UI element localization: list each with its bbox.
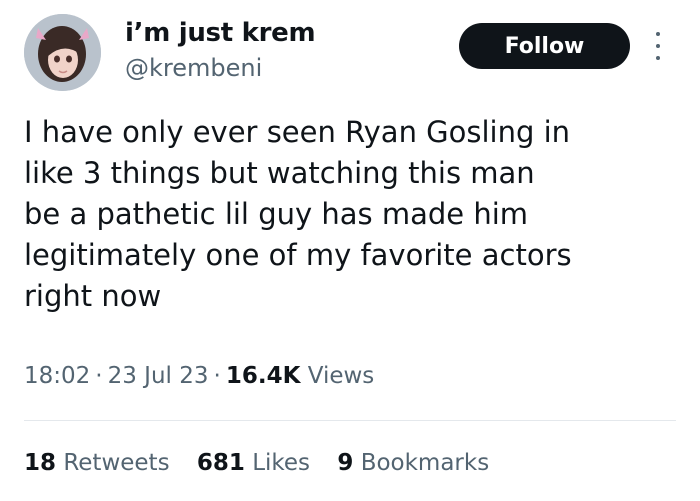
retweets-label: Retweets bbox=[63, 450, 170, 476]
avatar[interactable] bbox=[24, 14, 101, 91]
tweet-line: legitimately one of my favorite actors bbox=[24, 238, 572, 272]
bookmarks-stat[interactable]: 9 Bookmarks bbox=[337, 450, 489, 476]
tweet-line: be a pathetic lil guy has made him bbox=[24, 197, 529, 231]
likes-label: Likes bbox=[252, 450, 311, 476]
retweets-stat[interactable]: 18 Retweets bbox=[24, 450, 170, 476]
more-vertical-icon[interactable] bbox=[648, 28, 668, 64]
follow-button[interactable]: Follow bbox=[459, 23, 630, 69]
retweets-count: 18 bbox=[24, 450, 57, 476]
views-count: 16.4K bbox=[225, 363, 301, 389]
likes-count: 681 bbox=[196, 450, 245, 476]
meta-separator: · bbox=[95, 363, 103, 389]
more-dot bbox=[656, 56, 660, 60]
tweet-text: I have only ever seen Ryan Gosling in li… bbox=[24, 112, 664, 317]
divider bbox=[24, 420, 676, 421]
likes-stat[interactable]: 681 Likes bbox=[197, 450, 310, 476]
avatar-image bbox=[24, 14, 101, 91]
bookmarks-label: Bookmarks bbox=[360, 450, 490, 476]
bookmarks-count: 9 bbox=[337, 450, 354, 476]
views-label: Views bbox=[307, 363, 375, 389]
meta-separator: · bbox=[213, 363, 221, 389]
tweet-stats: 18 Retweets 681 Likes 9 Bookmarks bbox=[24, 450, 509, 476]
tweet-date[interactable]: 23 Jul 23 bbox=[108, 363, 209, 389]
user-handle[interactable]: @krembeni bbox=[125, 54, 262, 82]
tweet-line: I have only ever seen Ryan Gosling in bbox=[24, 115, 571, 149]
more-dot bbox=[656, 32, 660, 36]
tweet-line: right now bbox=[24, 279, 162, 313]
display-name[interactable]: i’m just krem bbox=[125, 18, 316, 48]
tweet-line: like 3 things but watching this man bbox=[24, 156, 535, 190]
more-dot bbox=[656, 44, 660, 48]
tweet-time[interactable]: 18:02 bbox=[24, 363, 90, 389]
tweet-meta: 18:02 · 23 Jul 23 · 16.4K Views bbox=[24, 363, 374, 389]
